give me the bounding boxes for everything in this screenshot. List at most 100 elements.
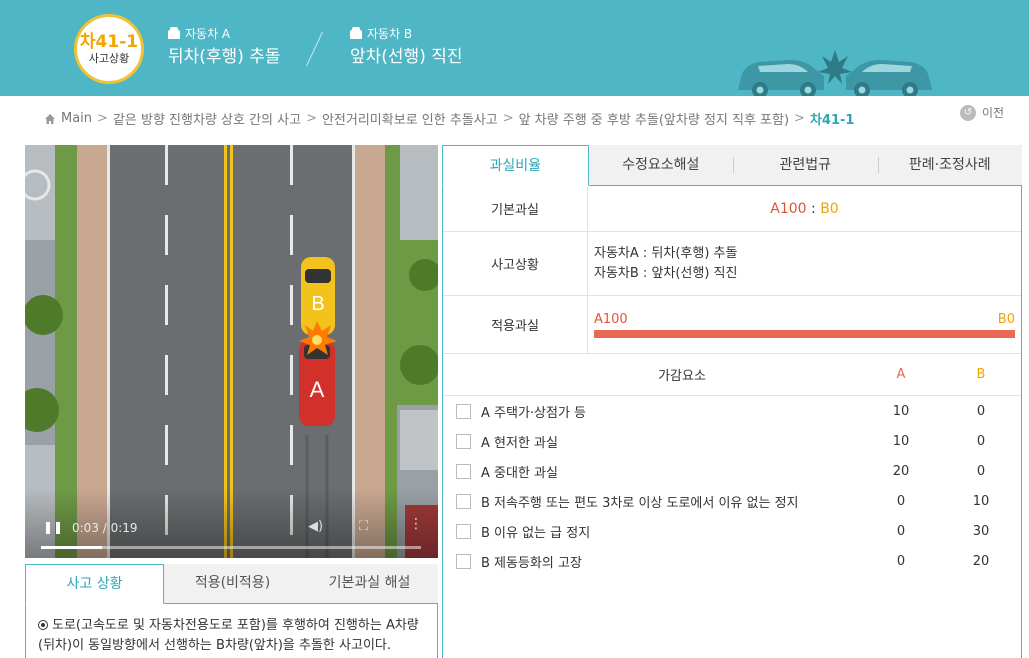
factor-checkbox[interactable] — [456, 463, 471, 479]
more-options-icon[interactable]: ⋮ — [409, 516, 423, 532]
car-a-letter: A — [310, 377, 325, 402]
situation-row: 사고상황 자동차A : 뒤차(후행) 추돌 자동차B : 앞차(선행) 직진 — [443, 232, 1021, 296]
prev-button[interactable]: ↺ 이전 — [960, 104, 1004, 121]
breadcrumb-main[interactable]: Main — [61, 111, 92, 126]
factor-name: A 중대한 과실 — [481, 465, 558, 481]
factors-header: 가감요소 A B — [443, 354, 1021, 396]
car-icon — [168, 26, 180, 39]
factor-checkbox[interactable] — [456, 433, 471, 449]
factor-checkbox[interactable] — [456, 553, 471, 569]
breadcrumb-current: 차41-1 — [809, 113, 855, 128]
case-badge-sub: 사고상황 — [88, 52, 130, 65]
breadcrumb-separator: > — [502, 111, 514, 126]
basic-fault-ratio: A100 : B0 — [588, 201, 1021, 217]
applied-fault-b: B0 — [997, 311, 1015, 327]
factor-b-value: 0 — [976, 463, 986, 479]
car-b-label: 자동차 B — [367, 27, 413, 41]
tab-precedents[interactable]: 판례·조정사례 — [877, 145, 1023, 185]
video-progress-fill — [41, 546, 102, 549]
case-header: 차41-1 사고상황 자동차 A 뒤차(후행) 추돌 자동차 B 앞차(선행) … — [0, 0, 1029, 96]
collision-illustration-icon — [738, 50, 932, 96]
factor-b-value: 20 — [972, 553, 990, 569]
breadcrumb-separator: > — [306, 111, 317, 126]
basic-fault-label: 기본과실 — [443, 186, 588, 231]
factor-name: A 현저한 과실 — [481, 435, 558, 451]
car-a-label: 자동차 A — [185, 27, 231, 41]
car-a-desc: 뒤차(후행) 추돌 — [168, 47, 281, 67]
tab-related-laws[interactable]: 관련법규 — [733, 145, 878, 185]
applied-fault-track — [594, 329, 1015, 338]
tab-basic-fault-explanation[interactable]: 기본과실 해설 — [301, 564, 438, 603]
car-a-info: 자동차 A 뒤차(후행) 추돌 — [168, 26, 281, 68]
factor-name: B 이유 없는 급 정지 — [481, 525, 591, 541]
video-controls: ❚❚ 0:03 / 0:19 ◀) ⛶ ⋮ — [25, 488, 438, 558]
basic-fault-a: A100 — [770, 200, 807, 217]
tab-applicability[interactable]: 적용(비적용) — [164, 564, 301, 603]
factor-checkbox[interactable] — [456, 403, 471, 419]
video-time: 0:03 / 0:19 — [72, 521, 138, 535]
car-b-info: 자동차 B 앞차(선행) 직진 — [350, 26, 463, 68]
factor-row: A 현저한 과실 10 0 — [443, 426, 1021, 456]
factors-list: A 주택가·상점가 등 10 0 A 현저한 과실 10 0 A 중대한 과실 20 0 B 저속… — [443, 396, 1021, 576]
factor-a-value: 0 — [896, 493, 906, 509]
factor-a-value: 20 — [892, 463, 910, 479]
case-code: 차41-1 — [79, 32, 139, 52]
breadcrumb-detail[interactable]: 앞 차량 주행 중 후방 추돌(앞차량 정지 직후 포함) — [519, 109, 789, 128]
factor-checkbox[interactable] — [456, 493, 471, 509]
factor-a-value: 10 — [892, 433, 910, 449]
car-b-letter: B — [311, 293, 324, 315]
fault-ratio-panel: 기본과실 A100 : B0 사고상황 자동차A : 뒤차(후행) 추돌 자동차B… — [442, 186, 1022, 658]
prev-label: 이전 — [982, 106, 1005, 120]
factor-checkbox[interactable] — [456, 523, 471, 539]
factor-row: B 이유 없는 급 정지 0 30 — [443, 516, 1021, 546]
car-icon — [350, 26, 362, 39]
factor-row: B 저속주행 또는 편도 3차로 이상 도로에서 이유 없는 정지 0 10 — [443, 486, 1021, 516]
factors-col-b: B — [976, 367, 986, 382]
breadcrumb-separator: > — [794, 111, 805, 126]
factor-b-value: 30 — [972, 523, 990, 539]
factor-name: B 저속주행 또는 편도 3차로 이상 도로에서 이유 없는 정지 — [481, 495, 799, 511]
home-icon[interactable] — [44, 113, 56, 125]
applied-fault-fill — [594, 329, 1015, 338]
volume-icon[interactable]: ◀) — [308, 519, 323, 534]
tab-fault-ratio[interactable]: 과실비율 — [442, 145, 589, 186]
situation-car-b: 자동차B : 앞차(선행) 직진 — [594, 265, 738, 281]
fullscreen-icon[interactable]: ⛶ — [359, 519, 368, 534]
tab-accident-situation[interactable]: 사고 상황 — [25, 564, 164, 604]
applied-fault-row: 적용과실 A100 B0 — [443, 296, 1021, 354]
factor-b-value: 0 — [976, 433, 986, 449]
basic-fault-row: 기본과실 A100 : B0 — [443, 186, 1021, 232]
factors-title: 가감요소 — [658, 369, 706, 384]
factor-a-value: 10 — [892, 403, 910, 419]
factor-name: A 주택가·상점가 등 — [481, 405, 587, 421]
factor-row: B 제동등화의 고장 0 20 — [443, 546, 1021, 576]
pause-icon[interactable]: ❚❚ — [43, 520, 63, 534]
case-badge: 차41-1 사고상황 — [74, 14, 144, 84]
video-progress[interactable] — [41, 546, 421, 549]
back-arrow-icon: ↺ — [960, 104, 976, 121]
situation-description: 도로(고속도로 및 자동차전용도로 포함)를 후행하여 진행하는 A차량(뒤차)… — [25, 604, 438, 658]
breadcrumb-category[interactable]: 같은 방향 진행차량 상호 간의 사고 — [113, 109, 301, 128]
tab-adjustment-explanation[interactable]: 수정요소해설 — [589, 145, 734, 185]
fault-tabs: 과실비율 수정요소해설 관련법규 판례·조정사례 — [442, 145, 1022, 186]
factor-a-value: 0 — [896, 523, 906, 539]
basic-fault-b: B0 — [820, 200, 839, 217]
car-a: A — [299, 340, 335, 426]
factor-a-value: 0 — [896, 553, 906, 569]
factor-row: A 주택가·상점가 등 10 0 — [443, 396, 1021, 426]
applied-fault-bar: A100 B0 — [588, 296, 1021, 353]
factor-name: B 제동등화의 고장 — [481, 555, 582, 571]
car-b-desc: 앞차(선행) 직진 — [350, 47, 463, 67]
factor-row: A 중대한 과실 20 0 — [443, 456, 1021, 486]
breadcrumb-subcategory[interactable]: 안전거리미확보로 인한 추돌사고 — [322, 109, 498, 128]
applied-fault-label: 적용과실 — [443, 296, 588, 353]
bullet-icon — [38, 620, 48, 630]
applied-fault-a: A100 — [594, 311, 628, 327]
accident-video[interactable]: B A ❚❚ 0:03 / 0:19 ◀) ⛶ ⋮ — [25, 145, 438, 558]
factor-b-value: 0 — [976, 403, 986, 419]
ratio-separator: : — [806, 200, 821, 217]
situation-tabs: 사고 상황 적용(비적용) 기본과실 해설 — [25, 564, 438, 604]
factors-col-a: A — [896, 367, 906, 382]
factor-b-value: 10 — [972, 493, 990, 509]
breadcrumb: Main > 같은 방향 진행차량 상호 간의 사고 > 안전거리미확보로 인한… — [44, 109, 854, 128]
